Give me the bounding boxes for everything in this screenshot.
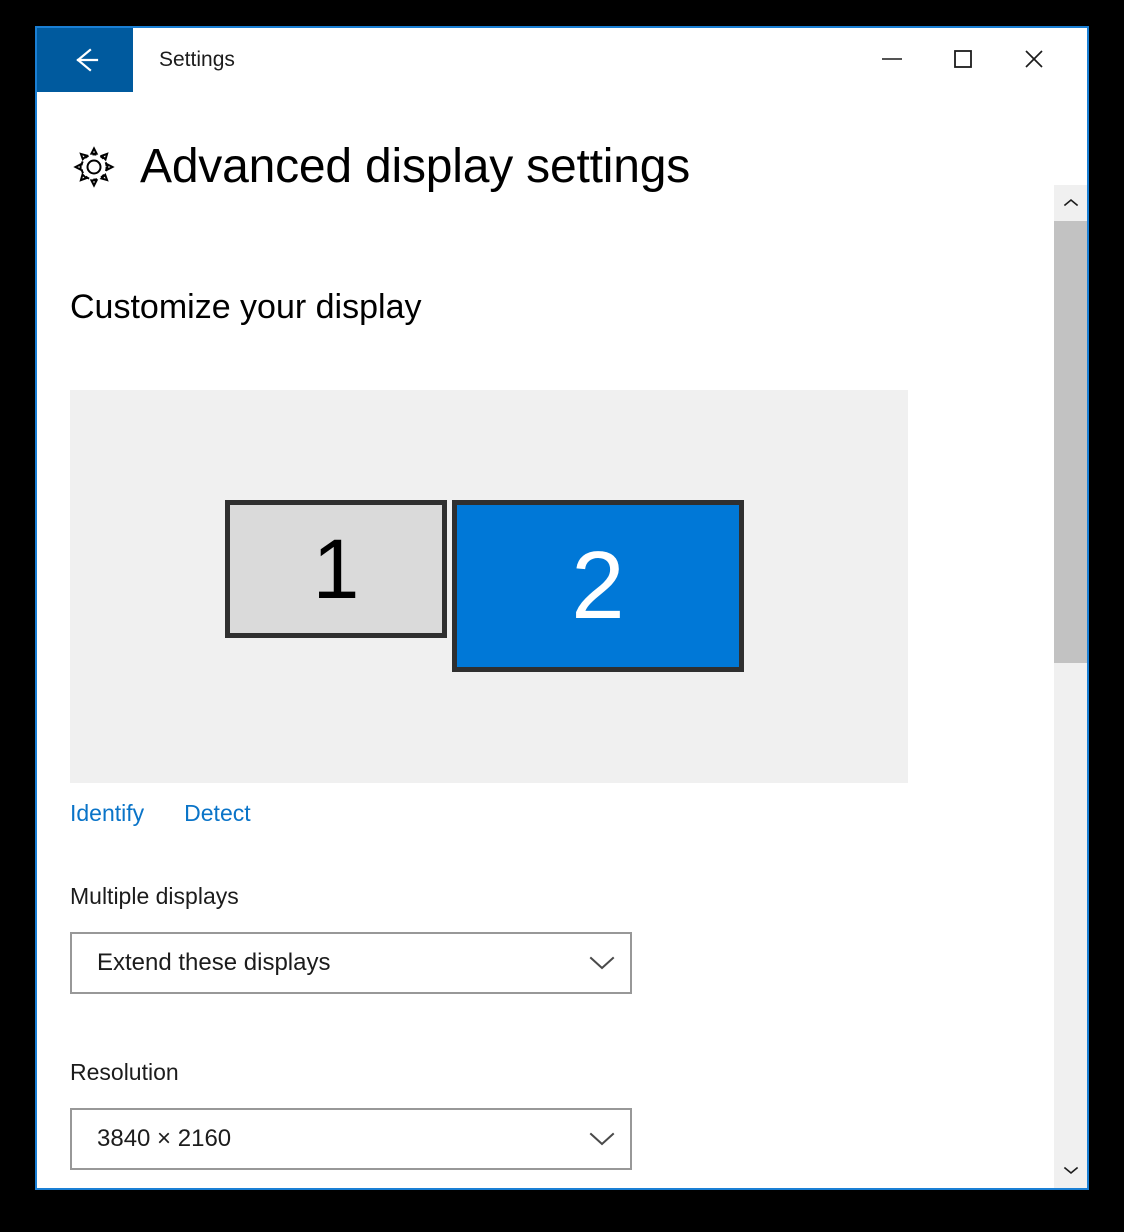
multiple-displays-dropdown[interactable]: Extend these displays — [70, 932, 632, 994]
monitor-2-label: 2 — [571, 532, 625, 639]
scrollbar-thumb[interactable] — [1054, 221, 1087, 663]
chevron-down-icon — [1063, 1163, 1079, 1178]
back-button[interactable] — [37, 28, 133, 92]
display-arrangement-panel[interactable]: 1 2 — [70, 390, 908, 783]
resolution-dropdown[interactable]: 3840 × 2160 — [70, 1108, 632, 1170]
multiple-displays-label: Multiple displays — [70, 883, 239, 909]
chevron-down-icon — [574, 1130, 630, 1148]
monitor-1-label: 1 — [312, 522, 360, 616]
monitor-2-selected[interactable]: 2 — [452, 500, 744, 672]
window-title-bar: Settings — [37, 28, 1087, 92]
page-header: Advanced display settings — [70, 139, 690, 194]
minimize-icon — [880, 53, 904, 68]
resolution-value: 3840 × 2160 — [97, 1125, 232, 1152]
desktop-background: Settings Advanced display settings Custo… — [0, 0, 1124, 1232]
window-title: Settings — [159, 48, 235, 71]
maximize-button[interactable] — [932, 28, 994, 92]
close-button[interactable] — [1003, 28, 1065, 92]
resolution-label: Resolution — [70, 1059, 179, 1085]
minimize-button[interactable] — [861, 28, 923, 92]
vertical-scrollbar[interactable] — [1054, 185, 1087, 1188]
section-heading: Customize your display — [70, 288, 422, 326]
gear-icon — [70, 143, 118, 191]
display-action-links: Identify Detect — [70, 800, 251, 827]
scroll-up-button[interactable] — [1054, 185, 1087, 221]
settings-content-area: Advanced display settings Customize your… — [37, 92, 1087, 1188]
settings-window: Settings Advanced display settings Custo… — [35, 26, 1089, 1190]
scroll-down-button[interactable] — [1054, 1152, 1087, 1188]
page-title: Advanced display settings — [140, 140, 691, 193]
back-arrow-icon — [63, 45, 107, 75]
multiple-displays-value: Extend these displays — [97, 949, 331, 976]
detect-link[interactable]: Detect — [184, 800, 250, 827]
identify-link[interactable]: Identify — [70, 800, 144, 827]
monitor-1[interactable]: 1 — [225, 500, 447, 638]
chevron-up-icon — [1063, 196, 1079, 211]
close-icon — [1022, 47, 1046, 74]
chevron-down-icon — [574, 954, 630, 972]
maximize-icon — [951, 47, 975, 74]
